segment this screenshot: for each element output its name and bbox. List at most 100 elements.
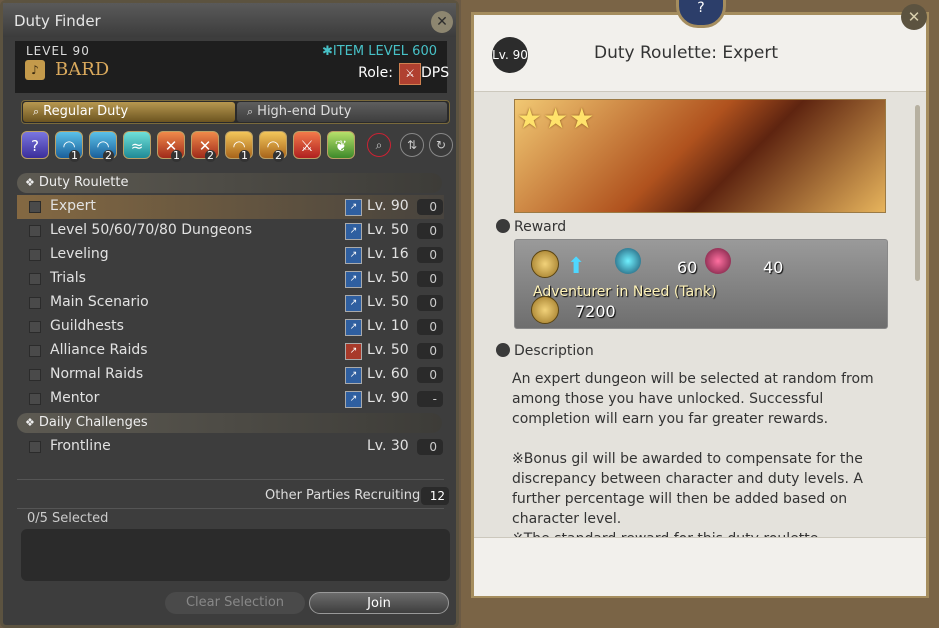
- dungeon-icon-2[interactable]: ◠ 2: [89, 131, 117, 162]
- duty-name: Alliance Raids: [50, 342, 148, 358]
- roulette-row-trials[interactable]: Trials ↗ Lv. 50 0: [17, 267, 444, 291]
- checkbox[interactable]: [29, 393, 41, 405]
- checkbox[interactable]: [29, 297, 41, 309]
- roulette-row-leveling[interactable]: Leveling ↗ Lv. 16 0: [17, 243, 444, 267]
- title-bar[interactable]: Duty Finder ✕: [3, 3, 456, 37]
- section-diamond-icon: ❖: [25, 416, 35, 429]
- roulette-row-main-scenario[interactable]: Main Scenario ↗ Lv. 50 0: [17, 291, 444, 315]
- daily-row-frontline[interactable]: Frontline Lv. 30 0: [17, 435, 444, 459]
- close-icon[interactable]: ✕: [901, 4, 927, 30]
- character-info: LEVEL 90 ♪ BARD ✱ITEM LEVEL 600 Role: ⚔ …: [15, 41, 450, 93]
- detail-frame: Lv. 90 Duty Roulette: Expert ★★★ Reward …: [471, 12, 929, 598]
- checkbox[interactable]: [29, 249, 41, 261]
- duty-name: Expert: [50, 198, 96, 214]
- checkbox[interactable]: [29, 369, 41, 381]
- section-diamond-icon: ❖: [25, 176, 35, 189]
- difficulty-stars: ★★★: [517, 102, 596, 135]
- guildhest-icon[interactable]: ≈: [123, 131, 151, 159]
- raid-count: 2: [273, 149, 284, 162]
- role-bonus-icon: ↗: [345, 391, 362, 408]
- checkbox[interactable]: [29, 441, 41, 453]
- roulette-row-dungeons[interactable]: Level 50/60/70/80 Dungeons ↗ Lv. 50 0: [17, 219, 444, 243]
- raid-icon-2[interactable]: ◠ 2: [259, 131, 287, 162]
- clear-selection-button[interactable]: Clear Selection: [165, 592, 305, 614]
- description-paragraph: An expert dungeon will be selected at ra…: [512, 371, 874, 427]
- duty-finder-window: Duty Finder ✕ LEVEL 90 ♪ BARD ✱ITEM LEVE…: [0, 0, 459, 628]
- tomestone-icon-2: [705, 248, 731, 274]
- duty-name: Normal Raids: [50, 366, 144, 382]
- checkbox[interactable]: [29, 225, 41, 237]
- trial-count: 1: [171, 149, 182, 162]
- checkbox[interactable]: [29, 345, 41, 357]
- divider: [17, 508, 444, 509]
- description-text: An expert dungeon will be selected at ra…: [512, 369, 902, 541]
- duty-level: Lv. 90: [367, 390, 409, 406]
- adventurer-in-need: Adventurer in Need (Tank): [533, 284, 717, 300]
- refresh-icon[interactable]: ↻: [429, 133, 453, 157]
- duty-count: 0: [417, 295, 443, 311]
- checkbox[interactable]: [29, 201, 41, 213]
- bard-job-icon: ♪: [25, 60, 45, 80]
- tab-label: Regular Duty: [43, 104, 129, 119]
- reward-label: Reward: [514, 219, 567, 235]
- raid-icon-1[interactable]: ◠ 1: [225, 131, 253, 162]
- role-bonus-icon: ↗: [345, 319, 362, 336]
- duty-level: Lv. 50: [367, 294, 409, 310]
- item-level-text: ITEM LEVEL 600: [332, 44, 437, 59]
- description-label: Description: [514, 343, 594, 359]
- duty-level: Lv. 50: [367, 342, 409, 358]
- close-icon[interactable]: ✕: [431, 11, 453, 33]
- duty-level: Lv. 16: [367, 246, 409, 262]
- duty-name: Leveling: [50, 246, 109, 262]
- role-bonus-icon: ↗: [345, 367, 362, 384]
- duty-level-badge: Lv. 90: [492, 37, 528, 73]
- duty-count: 0: [417, 223, 443, 239]
- dungeon-icon-1[interactable]: ◠ 1: [55, 131, 83, 162]
- section-duty-roulette[interactable]: ❖ Duty Roulette: [17, 173, 442, 193]
- duty-name: Frontline: [50, 438, 111, 454]
- tomestone-icon: [615, 248, 641, 274]
- roulette-row-expert[interactable]: Expert ↗ Lv. 90 0: [17, 195, 444, 219]
- gil-icon: [531, 250, 559, 278]
- trial-count: 2: [205, 149, 216, 162]
- roulette-row-mentor[interactable]: Mentor ↗ Lv. 90 -: [17, 387, 444, 411]
- roulette-row-normal-raids[interactable]: Normal Raids ↗ Lv. 60 0: [17, 363, 444, 387]
- duty-level: Lv. 50: [367, 222, 409, 238]
- role-label: Role:: [358, 65, 393, 81]
- checkbox[interactable]: [29, 321, 41, 333]
- description-icon: [496, 343, 510, 357]
- window-title: Duty Finder: [14, 12, 101, 30]
- reward-value-2: 40: [763, 258, 784, 277]
- role-value: DPS: [421, 65, 450, 81]
- scrollbar[interactable]: [915, 105, 920, 281]
- roulette-icon[interactable]: ?: [21, 131, 49, 159]
- roulette-row-alliance-raids[interactable]: Alliance Raids ↗ Lv. 50 0: [17, 339, 444, 363]
- pvp-icon[interactable]: ⚔: [293, 131, 321, 159]
- gil-icon: [531, 296, 559, 324]
- sort-icon[interactable]: ⇅: [400, 133, 424, 157]
- roulette-row-guildhests[interactable]: Guildhests ↗ Lv. 10 0: [17, 315, 444, 339]
- trial-icon-1[interactable]: ✕ 1: [157, 131, 185, 162]
- trial-icon-2[interactable]: ✕ 2: [191, 131, 219, 162]
- checkbox[interactable]: [29, 273, 41, 285]
- duty-name: Main Scenario: [50, 294, 149, 310]
- selected-count: 0/5 Selected: [27, 511, 109, 526]
- gold-saucer-icon[interactable]: ❦: [327, 131, 355, 159]
- duty-count: 0: [417, 343, 443, 359]
- join-button[interactable]: Join: [309, 592, 449, 614]
- job-name: BARD: [55, 59, 110, 80]
- section-title: Duty Roulette: [38, 175, 129, 190]
- duty-name: Mentor: [50, 390, 100, 406]
- raid-count: 1: [239, 149, 250, 162]
- search-filter-icon[interactable]: ⌕: [367, 133, 391, 157]
- role-bonus-icon: ↗: [345, 199, 362, 216]
- search-icon: ⌕: [33, 105, 40, 118]
- reward-value-1: 60: [677, 258, 698, 277]
- duty-level: Lv. 50: [367, 270, 409, 286]
- tab-regular-duty[interactable]: ⌕ Regular Duty: [23, 102, 235, 122]
- detail-footer: [474, 537, 926, 596]
- section-daily-challenges[interactable]: ❖ Daily Challenges: [17, 413, 442, 433]
- section-title: Daily Challenges: [38, 415, 148, 430]
- tab-high-end-duty[interactable]: ⌕ High-end Duty: [237, 102, 447, 122]
- recruiting-label: Other Parties Recruiting: [265, 488, 421, 503]
